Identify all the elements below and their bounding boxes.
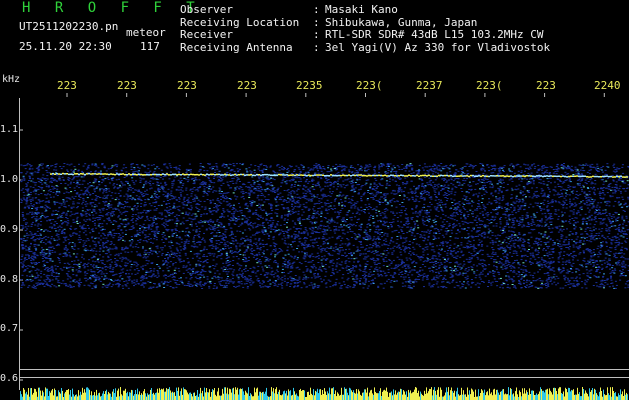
tick-marks [19, 93, 605, 381]
spectrogram-noise [20, 163, 629, 289]
spectrogram-plot [19, 93, 629, 400]
carrier-line [50, 172, 628, 178]
bottom-power-strip [20, 387, 628, 400]
